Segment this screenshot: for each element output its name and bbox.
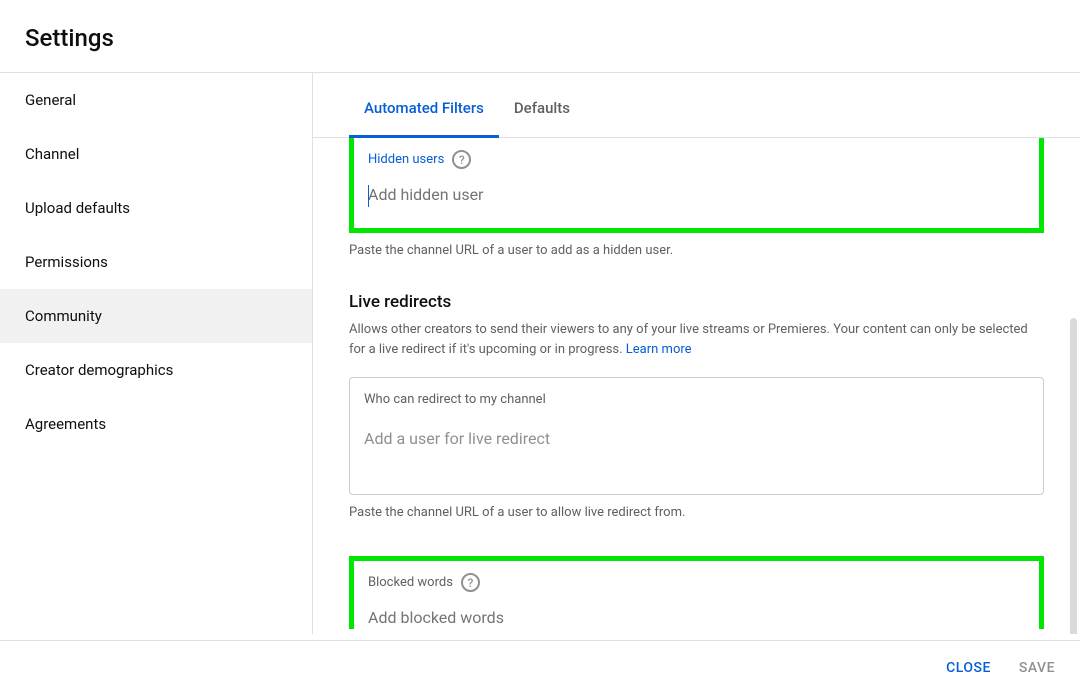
save-button[interactable]: SAVE (1019, 660, 1055, 676)
sidebar-item-agreements[interactable]: Agreements (0, 397, 312, 451)
blocked-words-label: Blocked words (368, 575, 453, 590)
live-redirects-description: Allows other creators to send their view… (349, 320, 1029, 359)
learn-more-link[interactable]: Learn more (626, 342, 692, 357)
tab-bar: Automated Filters Defaults (313, 73, 1080, 138)
blocked-words-box: Blocked words ? (349, 556, 1044, 629)
live-redirect-box[interactable]: Who can redirect to my channel Add a use… (349, 377, 1044, 495)
live-redirect-helper: Paste the channel URL of a user to allow… (349, 505, 1044, 520)
dialog-footer: CLOSE SAVE (0, 640, 1080, 695)
sidebar-item-community[interactable]: Community (0, 289, 312, 343)
hidden-users-box: Hidden users ? (349, 138, 1044, 233)
page-title: Settings (25, 24, 1055, 52)
sidebar-item-upload-defaults[interactable]: Upload defaults (0, 181, 312, 235)
live-redirect-label: Who can redirect to my channel (364, 392, 1029, 407)
sidebar-item-permissions[interactable]: Permissions (0, 235, 312, 289)
live-redirects-title: Live redirects (349, 292, 1044, 312)
close-button[interactable]: CLOSE (946, 660, 991, 676)
text-cursor (368, 185, 369, 207)
tab-automated-filters[interactable]: Automated Filters (349, 73, 499, 137)
sidebar-item-general[interactable]: General (0, 73, 312, 127)
live-redirect-input[interactable]: Add a user for live redirect (364, 429, 1029, 448)
blocked-words-input[interactable] (368, 608, 1025, 627)
help-icon[interactable]: ? (461, 573, 480, 592)
tab-defaults[interactable]: Defaults (499, 73, 585, 137)
scrollbar[interactable] (1070, 318, 1077, 634)
hidden-users-helper: Paste the channel URL of a user to add a… (349, 243, 1044, 258)
hidden-users-input[interactable] (368, 185, 1025, 204)
sidebar-item-channel[interactable]: Channel (0, 127, 312, 181)
help-icon[interactable]: ? (452, 150, 471, 169)
sidebar-item-creator-demographics[interactable]: Creator demographics (0, 343, 312, 397)
hidden-users-label: Hidden users (368, 152, 444, 167)
settings-sidebar: General Channel Upload defaults Permissi… (0, 73, 313, 634)
